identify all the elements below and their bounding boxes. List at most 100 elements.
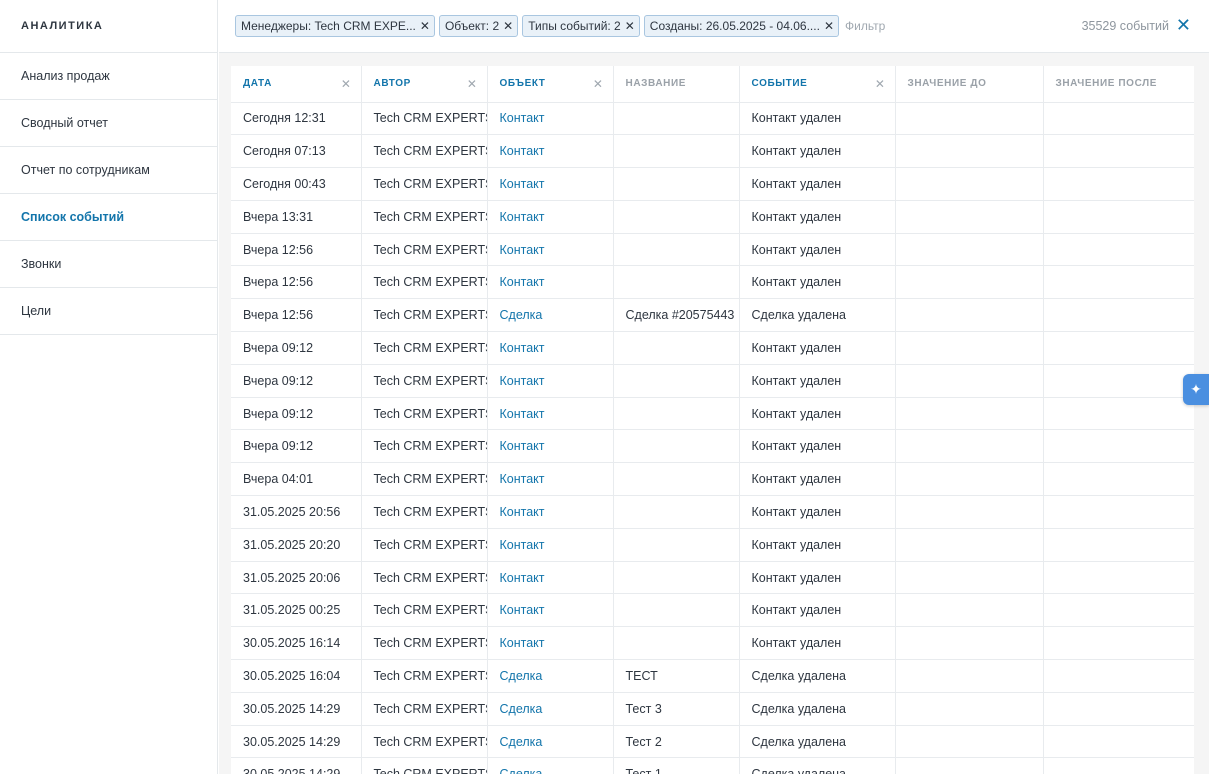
sidebar-item-1[interactable]: Сводный отчет — [0, 100, 217, 147]
object-link[interactable]: Контакт — [500, 210, 545, 224]
object-link[interactable]: Сделка — [500, 702, 543, 716]
table-cell: Вчера 13:31 — [231, 200, 362, 234]
object-link[interactable]: Контакт — [500, 111, 545, 125]
sidebar-item-5[interactable]: Цели — [0, 288, 217, 335]
table-cell — [895, 692, 1044, 726]
table-row[interactable]: 31.05.2025 20:06 Tech CRM EXPERTS Контакт К… — [231, 561, 1194, 595]
close-icon[interactable]: ✕ — [341, 77, 352, 91]
sidebar-item-3[interactable]: Список событий — [0, 194, 217, 241]
table-row[interactable]: 31.05.2025 20:56 Tech CRM EXPERTS Контакт К… — [231, 495, 1194, 529]
object-link[interactable]: Контакт — [500, 243, 545, 257]
object-link[interactable]: Контакт — [500, 374, 545, 388]
object-link[interactable]: Контакт — [500, 341, 545, 355]
filter-chip[interactable]: Типы событий: 2 ✕ — [522, 15, 640, 37]
table-cell — [895, 462, 1044, 497]
table-row[interactable]: 31.05.2025 20:20 Tech CRM EXPERTS Контакт К… — [231, 528, 1194, 562]
table-row[interactable]: Сегодня 07:13 Tech CRM EXPERTS Контакт Конт… — [231, 134, 1194, 169]
table-cell — [895, 298, 1044, 333]
close-icon[interactable]: ✕ — [467, 77, 478, 91]
object-link[interactable]: Сделка — [500, 767, 543, 774]
table-cell: Сегодня 07:13 — [231, 134, 362, 169]
table-row[interactable]: Вчера 09:12 Tech CRM EXPERTS Контакт Контак… — [231, 429, 1194, 464]
table-cell: Контакт — [487, 102, 614, 136]
object-link[interactable]: Контакт — [500, 505, 545, 519]
table-cell — [1043, 593, 1194, 628]
chip-list: Менеджеры: Tech CRM EXPE... ✕ Объект: 2 ✕ Ти… — [235, 15, 843, 37]
table-row[interactable]: Сегодня 12:31 Tech CRM EXPERTS Контакт Конт… — [231, 102, 1194, 136]
table-cell: Контакт удален — [739, 134, 896, 169]
filter-chip[interactable]: Созданы: 26.05.2025 - 04.06.... ✕ — [643, 15, 839, 37]
column-header[interactable]: ЗНАЧЕНИЕ ПОСЛЕ — [1043, 66, 1194, 103]
sparkle-icon[interactable]: ✦ — [1183, 374, 1209, 405]
object-link[interactable]: Контакт — [500, 571, 545, 585]
table-cell: Сделка удалена — [739, 692, 896, 726]
object-link[interactable]: Контакт — [500, 439, 545, 453]
object-link[interactable]: Контакт — [500, 538, 545, 552]
table-cell — [613, 561, 740, 595]
table-row[interactable]: Вчера 09:12 Tech CRM EXPERTS Контакт Контак… — [231, 364, 1194, 398]
sidebar-item-2[interactable]: Отчет по сотрудникам — [0, 147, 217, 194]
close-icon[interactable]: ✕ — [503, 19, 513, 33]
table-row[interactable]: Вчера 04:01 Tech CRM EXPERTS Контакт Контак… — [231, 462, 1194, 497]
table-row[interactable]: Вчера 12:56 Tech CRM EXPERTS Сделка Сделка … — [231, 298, 1194, 333]
close-icon[interactable]: ✕ — [625, 19, 635, 33]
table-row[interactable]: 31.05.2025 00:25 Tech CRM EXPERTS Контакт К… — [231, 593, 1194, 628]
table-row[interactable]: Вчера 09:12 Tech CRM EXPERTS Контакт Контак… — [231, 397, 1194, 431]
column-header[interactable]: АВТОР ✕ — [361, 66, 488, 103]
sidebar-item-0[interactable]: Анализ продаж — [0, 53, 217, 100]
table-row[interactable]: 30.05.2025 16:04 Tech CRM EXPERTS Сделка ТЕ… — [231, 659, 1194, 693]
table-cell — [613, 167, 740, 201]
table-row[interactable]: Вчера 09:12 Tech CRM EXPERTS Контакт Контак… — [231, 331, 1194, 365]
table-cell: Сегодня 12:31 — [231, 102, 362, 136]
table-cell: Tech CRM EXPERTS — [361, 298, 488, 333]
object-link[interactable]: Контакт — [500, 407, 545, 421]
filter-chip[interactable]: Менеджеры: Tech CRM EXPE... ✕ — [235, 15, 435, 37]
table-cell: Контакт удален — [739, 626, 896, 661]
table-cell: Tech CRM EXPERTS — [361, 495, 488, 529]
column-header[interactable]: СОБЫТИЕ ✕ — [739, 66, 896, 103]
close-icon[interactable]: ✕ — [824, 19, 834, 33]
table-row[interactable]: 30.05.2025 14:29Tech CRM EXPERTS Сделка Те… — [231, 757, 1194, 774]
table-cell: Контакт — [487, 429, 614, 464]
column-header[interactable]: ЗНАЧЕНИЕ ДО — [895, 66, 1044, 103]
filter-chip[interactable]: Объект: 2 ✕ — [438, 15, 519, 37]
object-link[interactable]: Контакт — [500, 603, 545, 617]
object-link[interactable]: Контакт — [500, 177, 545, 191]
table-cell: Tech CRM EXPERTS — [361, 265, 488, 300]
table-row[interactable]: Вчера 13:31 Tech CRM EXPERTS Контакт Контак… — [231, 200, 1194, 234]
column-header[interactable]: ДАТА ✕ — [231, 66, 362, 103]
table-cell: 30.05.2025 16:14 — [231, 626, 362, 661]
close-icon[interactable]: ✕ — [875, 77, 886, 91]
table-cell — [613, 495, 740, 529]
object-link[interactable]: Контакт — [500, 636, 545, 650]
table-row[interactable]: Вчера 12:56 Tech CRM EXPERTS Контакт Контак… — [231, 265, 1194, 300]
table-row[interactable]: 30.05.2025 14:29Tech CRM EXPERTS Сделка Те… — [231, 692, 1194, 726]
table-row[interactable]: Сегодня 00:43 Tech CRM EXPERTS Контакт Конт… — [231, 167, 1194, 201]
object-link[interactable]: Контакт — [500, 144, 545, 158]
close-icon[interactable]: ✕ — [593, 77, 604, 91]
table-row[interactable]: Вчера 12:56 Tech CRM EXPERTS Контакт Контак… — [231, 233, 1194, 267]
column-header[interactable]: НАЗВАНИЕ — [613, 66, 740, 103]
sidebar-title: АНАЛИТИКА — [0, 0, 217, 53]
object-link[interactable]: Сделка — [500, 735, 543, 749]
object-link[interactable]: Контакт — [500, 275, 545, 289]
sidebar-item-4[interactable]: Звонки — [0, 241, 217, 288]
object-link[interactable]: Сделка — [500, 308, 543, 322]
table-row[interactable]: 30.05.2025 14:29Tech CRM EXPERTS Сделка Те… — [231, 725, 1194, 759]
object-link[interactable]: Контакт — [500, 472, 545, 486]
close-icon[interactable]: ✕ — [420, 19, 430, 33]
object-link[interactable]: Сделка — [500, 669, 543, 683]
table-body: Сегодня 12:31 Tech CRM EXPERTS Контакт Конт… — [231, 102, 1194, 774]
table-cell — [895, 757, 1044, 774]
table-cell — [895, 200, 1044, 234]
table-cell — [1043, 626, 1194, 661]
table-row[interactable]: 30.05.2025 16:14 Tech CRM EXPERTS Контакт К… — [231, 626, 1194, 661]
table-cell: Сделка — [487, 757, 614, 774]
close-icon[interactable]: ✕ — [1176, 15, 1191, 35]
column-header[interactable]: ОБЪЕКТ ✕ — [487, 66, 614, 103]
table-cell — [1043, 331, 1194, 365]
table-cell: Контакт удален — [739, 561, 896, 595]
table-cell: Вчера 09:12 — [231, 429, 362, 464]
table-cell — [613, 528, 740, 562]
filter-input[interactable] — [845, 19, 935, 33]
